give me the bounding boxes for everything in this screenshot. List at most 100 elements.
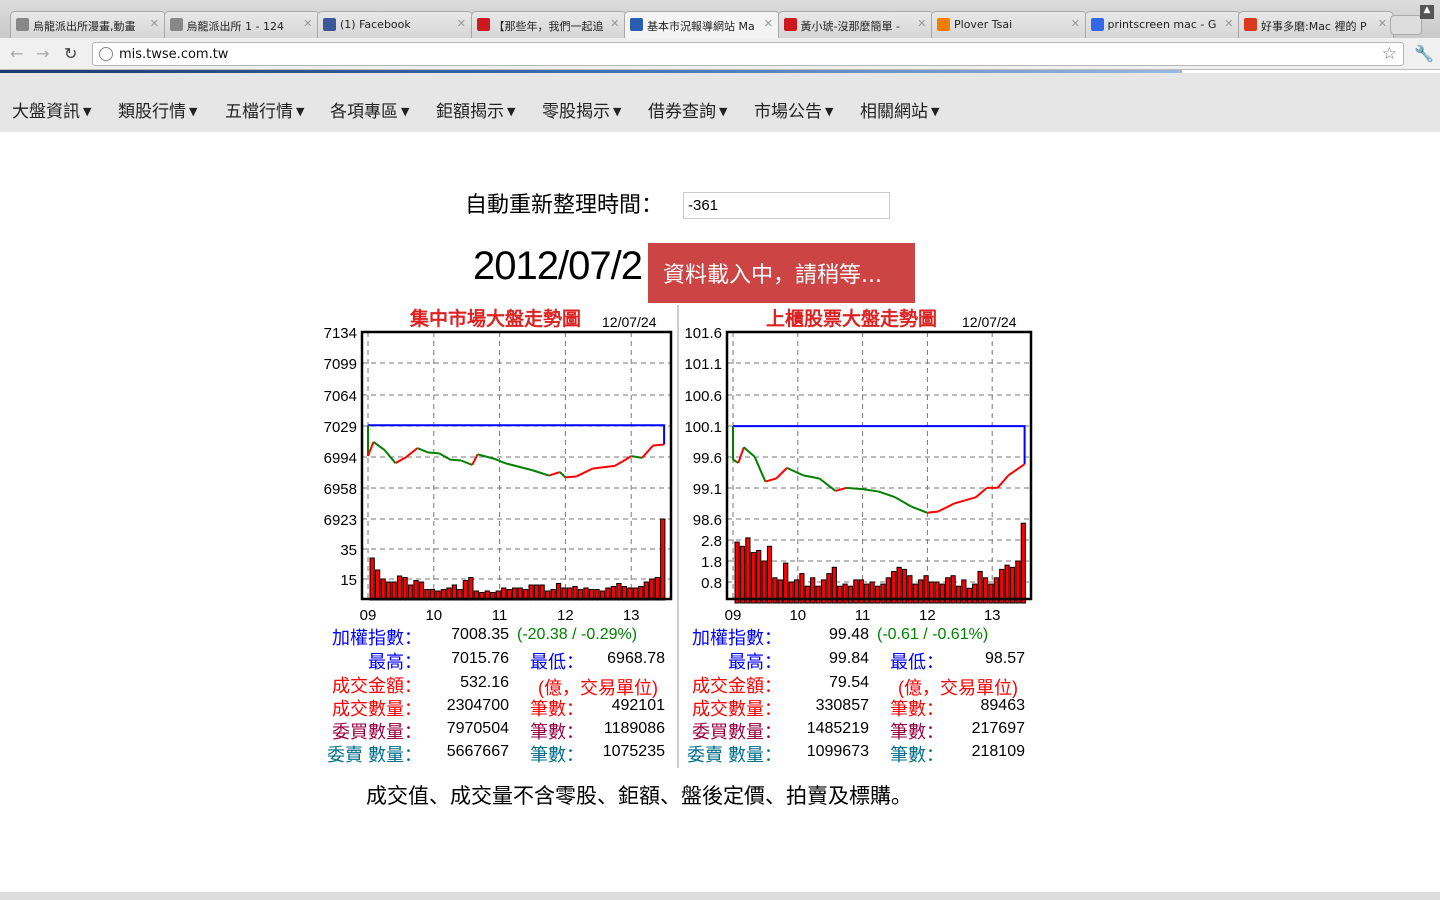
stat-high: 7015.76 xyxy=(451,650,509,667)
price-line-segment xyxy=(803,474,820,480)
stat-low-label: 最低： xyxy=(890,652,944,672)
reload-icon[interactable]: ↻ xyxy=(64,44,77,63)
nav-menu-item[interactable]: 各項專區 ▼ xyxy=(330,97,409,122)
volume-bar xyxy=(739,545,746,604)
volume-bar xyxy=(761,560,767,604)
address-bar[interactable]: mis.twse.com.tw ☆ xyxy=(92,42,1404,66)
nav-menu-item[interactable]: 五檔行情 ▼ xyxy=(225,97,304,122)
chart-date: 12/07/24 xyxy=(962,314,1017,330)
browser-tab[interactable]: (1) Facebook ✕ xyxy=(317,11,473,38)
volume-bar xyxy=(756,550,762,604)
volume-bar xyxy=(374,569,381,601)
tab-title: 黃小琥-沒那麼簡單 - xyxy=(800,20,900,33)
youtube-icon xyxy=(783,18,797,31)
close-tab-icon[interactable]: ✕ xyxy=(1224,17,1233,30)
close-tab-icon[interactable]: ✕ xyxy=(150,17,159,30)
refresh-label: 自動重新整理時間： xyxy=(465,193,664,218)
fullscreen-icon[interactable]: ▲ xyxy=(1420,5,1434,19)
browser-tab[interactable]: 烏龍派出所 1 - 124 ✕ xyxy=(163,11,320,38)
nav-menu-item[interactable]: 鉅額揭示 ▼ xyxy=(436,97,515,122)
wrench-icon[interactable]: 🔧 xyxy=(1414,44,1434,63)
x-tick-label: 12 xyxy=(557,607,574,624)
chart-1: 集中市場大盤走勢圖 12/07/24 09 10 11 12 13 7134 7099 7064 7… xyxy=(324,307,673,624)
stat-ask-cnt: 1075235 xyxy=(602,743,665,760)
price-line-segment xyxy=(405,447,418,458)
caret-down-icon: ▼ xyxy=(931,105,940,118)
price-line-segment xyxy=(743,446,756,458)
price-line-segment xyxy=(614,458,627,467)
refresh-time-input[interactable] xyxy=(683,192,890,219)
price-line-segment xyxy=(753,456,767,482)
caret-down-icon: ▼ xyxy=(401,105,410,118)
close-tab-icon[interactable]: ✕ xyxy=(610,17,619,30)
price-line-segment xyxy=(559,471,567,479)
browser-tab[interactable]: 【那些年，我們一起追 ✕ xyxy=(470,11,627,38)
price-line-segment xyxy=(504,462,533,472)
volume-bar xyxy=(815,585,821,604)
stat-ask-label: 委賣 數量： xyxy=(326,745,422,765)
nav-menu-item[interactable]: 類股行情 ▼ xyxy=(118,97,197,122)
nav-menu-item[interactable]: 大盤資訊 ▼ xyxy=(12,97,91,122)
close-tab-icon[interactable]: ✕ xyxy=(303,17,312,30)
browser-tab[interactable]: 烏龍派出所漫畫,動畫 ✕ xyxy=(10,11,166,38)
footnote: 成交值、成交量不含零股、鉅額、盤後定價、拍賣及標購。 xyxy=(366,784,912,808)
volume-tick-label: 15 xyxy=(340,572,357,589)
caret-down-icon: ▼ xyxy=(613,105,622,118)
volume-tick-label: 35 xyxy=(340,542,357,559)
nav-label: 類股行情 xyxy=(118,102,186,122)
x-tick-label: 09 xyxy=(725,607,742,624)
browser-tab[interactable]: 好事多磨:Mac 裡的 P ✕ xyxy=(1238,11,1394,38)
price-line-segment xyxy=(394,456,407,465)
price-line-segment xyxy=(372,441,386,451)
volume-bar xyxy=(1009,566,1016,604)
back-icon[interactable]: ← xyxy=(10,44,23,63)
tab-title: 【那些年，我們一起追 xyxy=(493,20,604,33)
caret-down-icon: ▼ xyxy=(719,105,728,118)
close-tab-icon[interactable]: ✕ xyxy=(1378,17,1387,30)
close-tab-icon[interactable]: ✕ xyxy=(764,17,773,30)
forward-icon[interactable]: → xyxy=(36,44,49,63)
volume-bar xyxy=(649,578,655,601)
price-line-segment xyxy=(438,452,451,461)
new-tab-button[interactable] xyxy=(1390,15,1422,35)
nav-menu-item[interactable]: 相關網站 ▼ xyxy=(860,97,939,122)
stat-ask-cnt: 218109 xyxy=(971,743,1025,760)
volume-bar xyxy=(369,557,375,601)
nav-menu-item[interactable]: 市場公告 ▼ xyxy=(754,97,833,122)
browser-tab[interactable]: 黃小琥-沒那麼簡單 - ✕ xyxy=(777,11,934,38)
volume-bar xyxy=(804,585,810,604)
close-tab-icon[interactable]: ✕ xyxy=(917,17,926,30)
globe-icon xyxy=(16,18,29,31)
nav-label: 大盤資訊 xyxy=(12,102,80,122)
y-tick-label: 99.1 xyxy=(693,481,722,498)
bookmark-star-icon[interactable]: ☆ xyxy=(1382,44,1397,64)
price-line-segment xyxy=(765,477,777,483)
browser-tab[interactable]: printscreen mac - G ✕ xyxy=(1084,11,1241,38)
x-tick-label: 11 xyxy=(492,607,508,624)
nav-menu-item[interactable]: 零股揭示 ▼ xyxy=(542,97,621,122)
volume-tick-label: 1.8 xyxy=(701,554,722,571)
price-line-segment xyxy=(846,486,863,491)
stat-vol-cnt: 89463 xyxy=(980,697,1026,714)
nav-label: 零股揭示 xyxy=(542,102,610,122)
chart-date: 12/07/24 xyxy=(602,314,657,330)
browser-tab[interactable]: 基本市況報導網站 Ma ✕ xyxy=(624,11,780,38)
status-bar xyxy=(0,892,1440,900)
volume-bar xyxy=(847,585,854,604)
stat-vol: 330857 xyxy=(815,697,869,714)
charts: 集中市場大盤走勢圖 12/07/24 09 10 11 12 13 7134 7099 7064 7… xyxy=(324,307,1033,624)
y-tick-label: 6994 xyxy=(324,450,357,467)
x-tick-label: 09 xyxy=(360,607,377,624)
close-tab-icon[interactable]: ✕ xyxy=(457,17,466,30)
price-line-segment xyxy=(975,487,988,498)
stat-bid: 1485219 xyxy=(806,720,869,737)
google-icon xyxy=(1090,18,1104,31)
nav-menu-item[interactable]: 借券查詢 ▼ xyxy=(648,97,727,122)
stat-amount: 532.16 xyxy=(460,674,509,691)
globe-icon xyxy=(99,47,113,61)
prev-close-line xyxy=(733,425,1026,465)
browser-tab[interactable]: Plover Tsai ✕ xyxy=(931,11,1087,38)
close-tab-icon[interactable]: ✕ xyxy=(1071,17,1080,30)
readability-icon xyxy=(1244,18,1257,31)
stat-index: 7008.35 xyxy=(451,626,509,643)
